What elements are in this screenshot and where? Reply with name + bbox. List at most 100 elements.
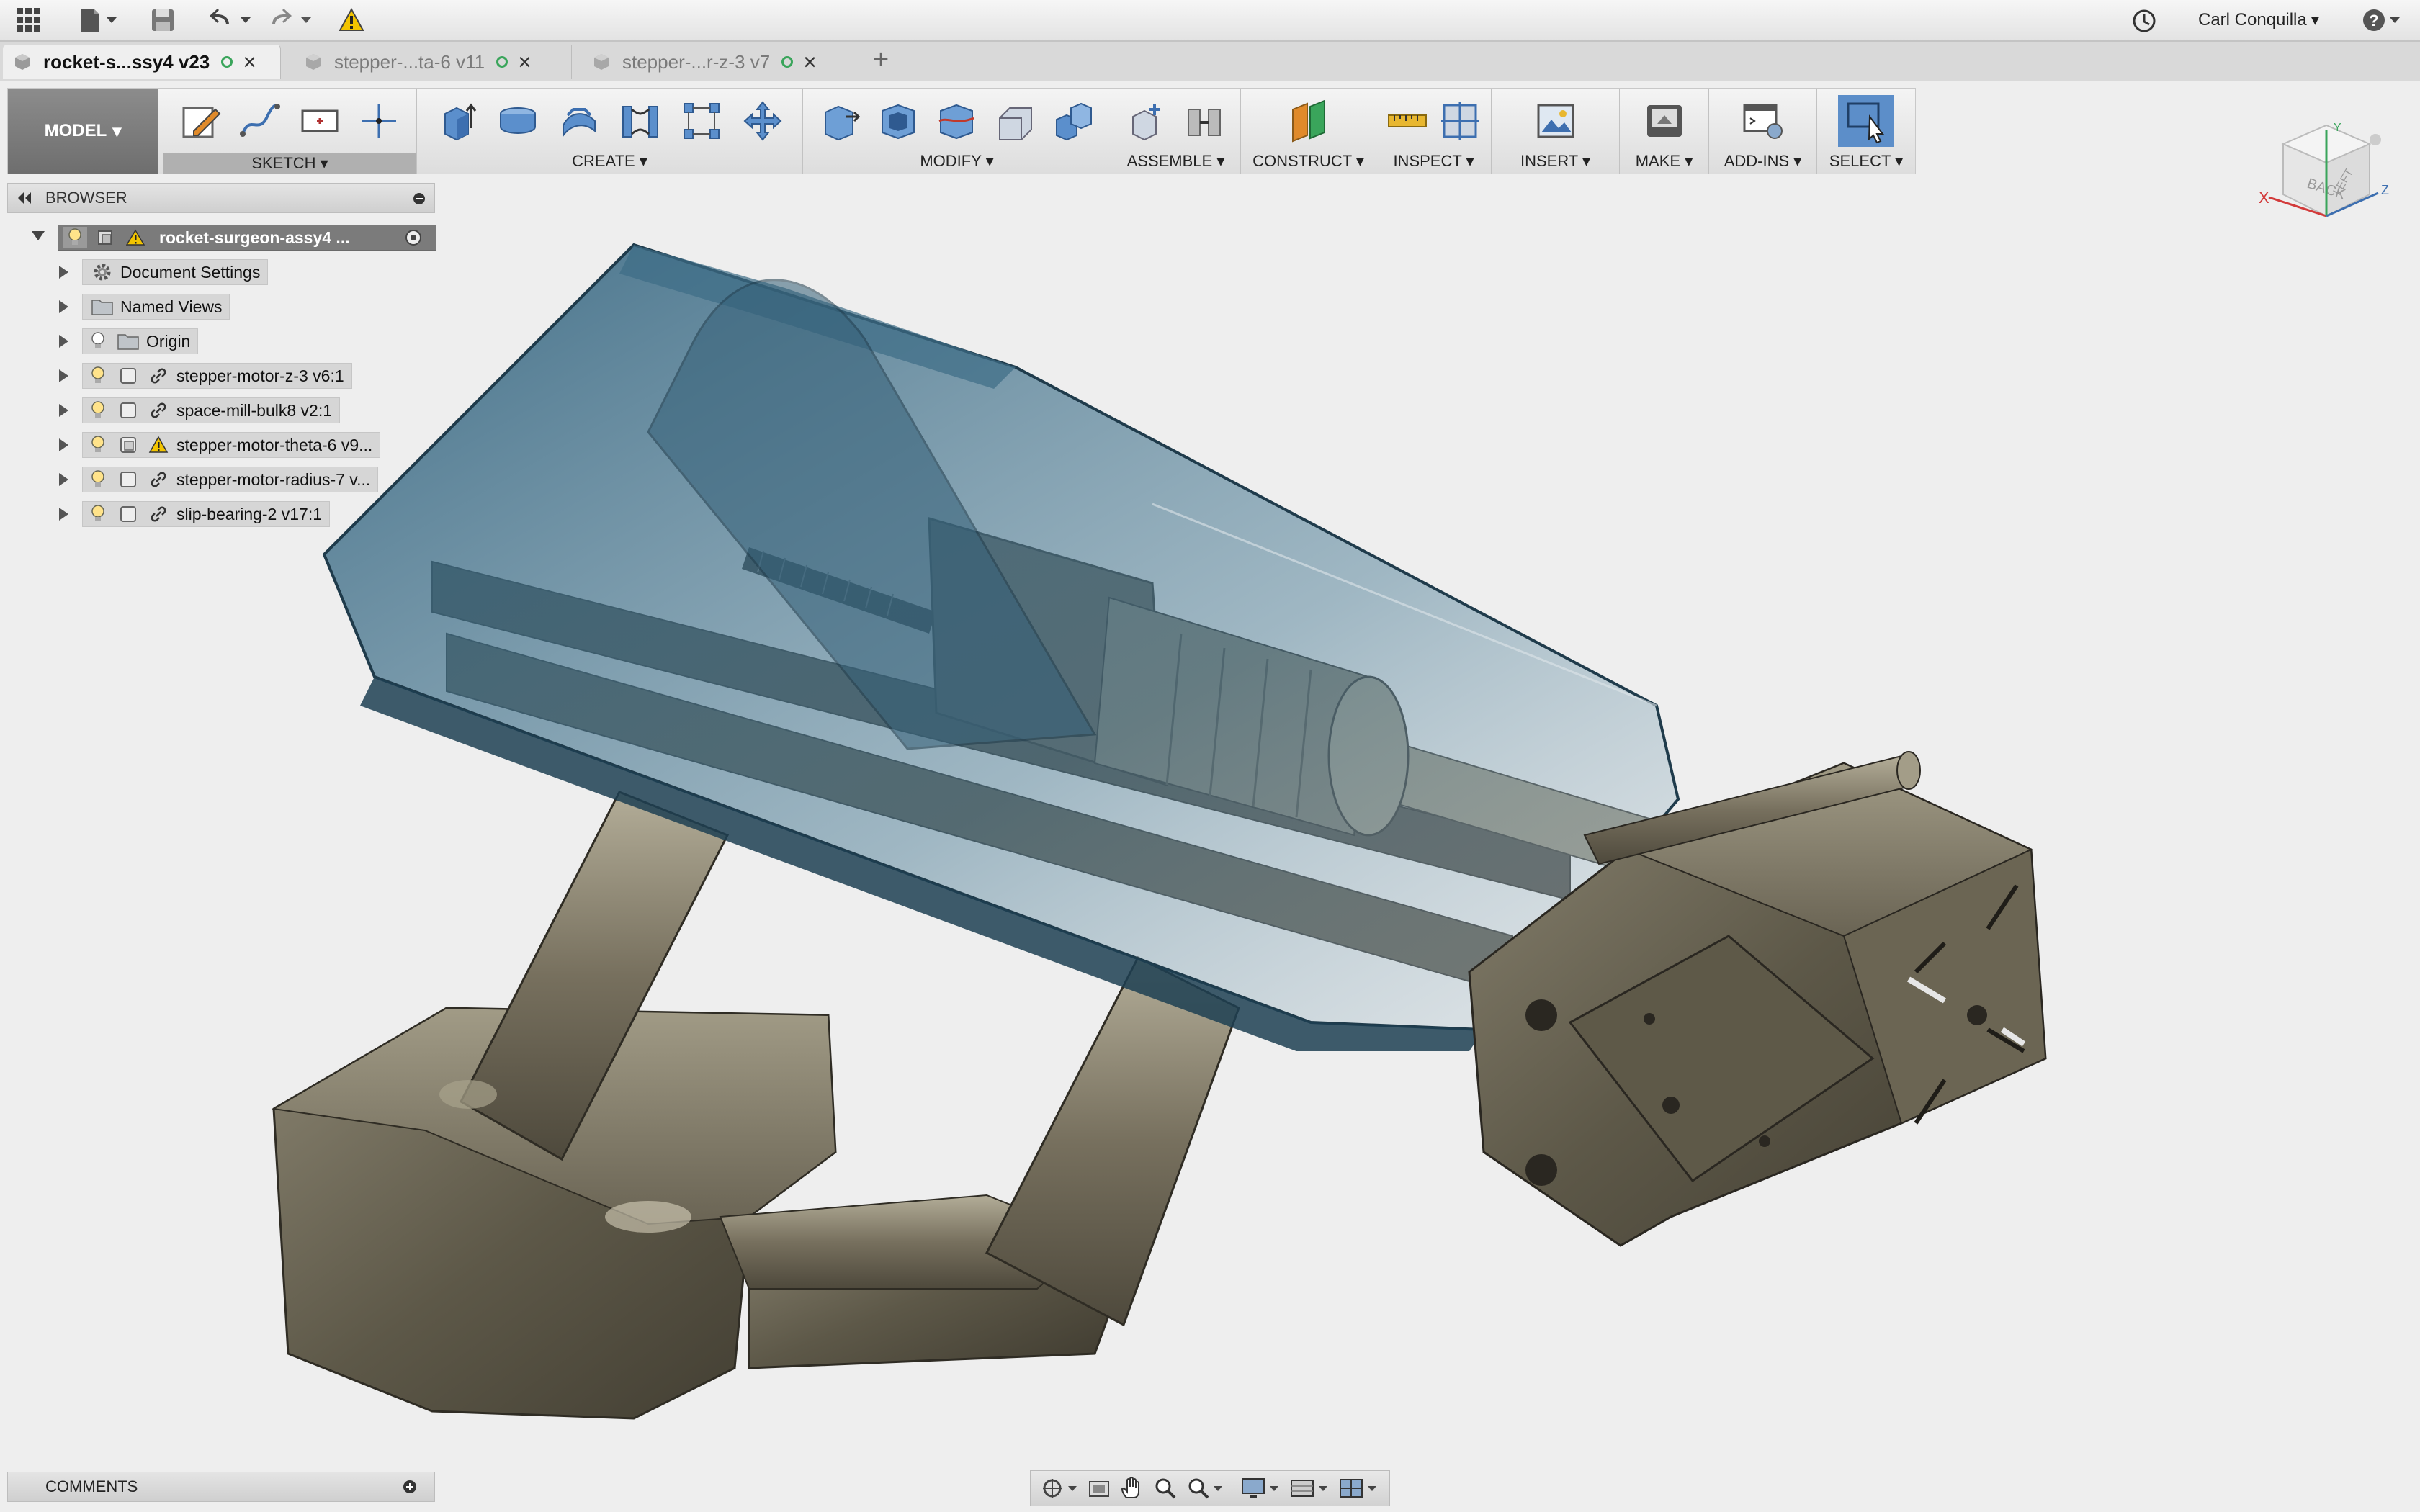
tree-node-chip[interactable]: stepper-motor-radius-7 v...: [82, 467, 379, 492]
shell-icon[interactable]: [877, 99, 920, 143]
insert-image-icon[interactable]: [1534, 99, 1577, 143]
toolbar-group-inspect[interactable]: INSPECT: [1376, 89, 1492, 174]
user-account-menu[interactable]: Carl Conquilla: [2198, 6, 2319, 35]
scripts-addins-icon[interactable]: [1742, 99, 1785, 143]
workspace-switcher[interactable]: MODEL: [8, 89, 158, 174]
toolbar-group-addins[interactable]: ADD-INS: [1709, 89, 1817, 174]
tree-node-chip[interactable]: space-mill-bulk8 v2:1: [82, 397, 341, 423]
comments-panel-header[interactable]: COMMENTS: [7, 1472, 435, 1502]
point-icon[interactable]: [357, 99, 400, 143]
undo-icon[interactable]: [207, 7, 255, 33]
tree-node-chip[interactable]: slip-bearing-2 v17:1: [82, 501, 331, 527]
root-component-chip[interactable]: rocket-surgeon-assy4 ...: [58, 225, 436, 251]
section-analysis-icon[interactable]: [1438, 99, 1482, 143]
tab-rocket-surgeon[interactable]: rocket-s...ssy4 v23 ×: [3, 45, 281, 79]
job-status-clock-icon[interactable]: [2132, 9, 2156, 33]
tree-node-chip[interactable]: Named Views: [82, 294, 230, 320]
collapse-panel-icon[interactable]: [15, 191, 32, 205]
browser-root-node[interactable]: rocket-surgeon-assy4 ...: [0, 225, 436, 251]
insert-menu-label[interactable]: INSERT: [1492, 152, 1619, 171]
extrude-icon[interactable]: [435, 99, 478, 143]
make-menu-label[interactable]: MAKE: [1620, 152, 1708, 171]
warning-icon[interactable]: [123, 227, 148, 248]
browser-item-origin[interactable]: Origin: [0, 328, 432, 354]
home-view-icon[interactable]: [2370, 134, 2381, 145]
toolbar-group-assemble[interactable]: ASSEMBLE: [1111, 89, 1241, 174]
look-at-icon[interactable]: [1087, 1476, 1111, 1500]
select-menu-label[interactable]: SELECT: [1817, 152, 1915, 171]
sweep-icon[interactable]: [557, 99, 601, 143]
loft-icon[interactable]: [619, 99, 662, 143]
visibility-bulb-icon[interactable]: [86, 434, 110, 456]
visibility-bulb-icon[interactable]: [86, 469, 110, 490]
tab-stepper-theta[interactable]: stepper-...ta-6 v11 ×: [288, 45, 572, 79]
orbit-icon[interactable]: [1041, 1476, 1078, 1500]
close-tab-icon[interactable]: ×: [803, 49, 817, 76]
new-component-icon[interactable]: [1126, 99, 1169, 143]
pattern-icon[interactable]: [680, 99, 723, 143]
visibility-bulb-icon[interactable]: [63, 227, 87, 248]
help-icon[interactable]: ?: [2361, 7, 2404, 33]
measure-icon[interactable]: [1386, 99, 1429, 143]
3d-print-icon[interactable]: [1643, 99, 1686, 143]
visibility-bulb-icon[interactable]: [86, 365, 110, 387]
app-grid-icon[interactable]: [16, 7, 42, 33]
expand-triangle-icon[interactable]: [59, 335, 68, 348]
expand-triangle-icon[interactable]: [59, 438, 68, 451]
create-menu-label[interactable]: CREATE: [417, 152, 802, 171]
browser-item-document-settings[interactable]: Document Settings: [0, 259, 432, 285]
collapse-triangle-icon[interactable]: [32, 231, 45, 240]
chamfer-icon[interactable]: [994, 99, 1037, 143]
inspect-menu-label[interactable]: INSPECT: [1376, 152, 1491, 171]
warning-icon[interactable]: [146, 434, 171, 456]
compute-warning-icon[interactable]: [339, 7, 364, 33]
file-menu-icon[interactable]: [78, 7, 121, 33]
tree-node-chip[interactable]: Origin: [82, 328, 199, 354]
toolbar-group-make[interactable]: MAKE: [1620, 89, 1709, 174]
addins-menu-label[interactable]: ADD-INS: [1709, 152, 1816, 171]
zoom-icon[interactable]: [1153, 1476, 1178, 1500]
create-sketch-icon[interactable]: [179, 99, 223, 143]
fit-zoom-icon[interactable]: [1186, 1476, 1224, 1500]
close-tab-icon[interactable]: ×: [518, 49, 532, 76]
spline-icon[interactable]: [238, 99, 282, 143]
expand-triangle-icon[interactable]: [59, 473, 68, 486]
toolbar-group-select[interactable]: SELECT: [1817, 89, 1915, 174]
add-comment-icon[interactable]: [403, 1480, 417, 1494]
activate-radio-icon[interactable]: [401, 227, 426, 248]
expand-triangle-icon[interactable]: [59, 508, 68, 521]
toolbar-group-sketch[interactable]: SKETCH: [163, 89, 417, 174]
visibility-bulb-icon[interactable]: [86, 400, 110, 421]
sketch-menu-label[interactable]: SKETCH: [163, 153, 416, 174]
modify-menu-label[interactable]: MODIFY: [803, 152, 1111, 171]
panel-options-icon[interactable]: [413, 192, 426, 205]
expand-triangle-icon[interactable]: [59, 404, 68, 417]
visibility-bulb-icon[interactable]: [86, 330, 110, 352]
browser-item-named-views[interactable]: Named Views: [0, 294, 432, 320]
browser-item-stepper-motor-z[interactable]: stepper-motor-z-3 v6:1: [0, 363, 432, 389]
rectangle-sketch-icon[interactable]: [298, 99, 341, 143]
toolbar-group-modify[interactable]: MODIFY: [803, 89, 1111, 174]
save-icon[interactable]: [150, 7, 176, 33]
offset-plane-icon[interactable]: [1287, 99, 1330, 143]
move-icon[interactable]: [741, 99, 784, 143]
view-cube[interactable]: BACK LEFT X Y Z: [2254, 115, 2398, 245]
visibility-bulb-icon[interactable]: [86, 503, 110, 525]
browser-item-slip-bearing[interactable]: slip-bearing-2 v17:1: [0, 501, 432, 527]
browser-panel-header[interactable]: BROWSER: [7, 183, 435, 213]
tree-node-chip[interactable]: Document Settings: [82, 259, 269, 285]
tree-node-chip[interactable]: stepper-motor-z-3 v6:1: [82, 363, 352, 389]
grid-snaps-icon[interactable]: [1290, 1476, 1330, 1500]
split-body-icon[interactable]: [935, 99, 978, 143]
revolve-icon[interactable]: [496, 99, 539, 143]
pan-hand-icon[interactable]: [1120, 1476, 1144, 1500]
browser-item-space-mill-bulk8[interactable]: space-mill-bulk8 v2:1: [0, 397, 432, 423]
construct-menu-label[interactable]: CONSTRUCT: [1241, 152, 1376, 171]
browser-item-stepper-motor-theta[interactable]: stepper-motor-theta-6 v9...: [0, 432, 432, 458]
tab-stepper-z[interactable]: stepper-...r-z-3 v7 ×: [576, 45, 864, 79]
tree-node-chip[interactable]: stepper-motor-theta-6 v9...: [82, 432, 381, 458]
browser-item-stepper-motor-radius[interactable]: stepper-motor-radius-7 v...: [0, 467, 432, 492]
toolbar-group-construct[interactable]: CONSTRUCT: [1241, 89, 1376, 174]
expand-triangle-icon[interactable]: [59, 266, 68, 279]
close-tab-icon[interactable]: ×: [243, 49, 256, 76]
